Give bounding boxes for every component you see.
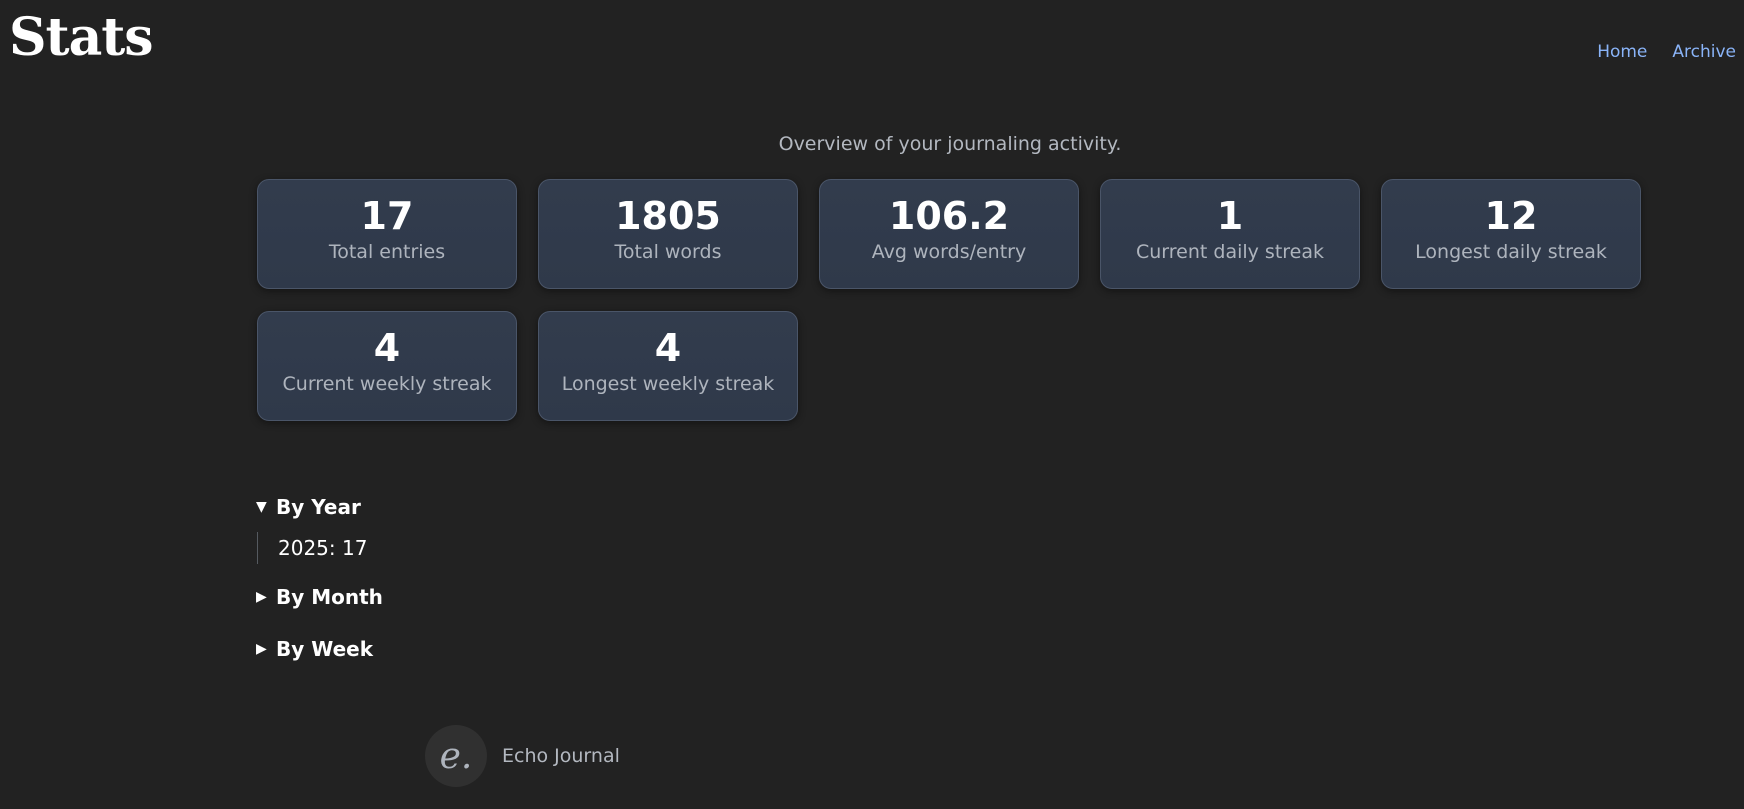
- stat-label: Longest weekly streak: [561, 373, 775, 395]
- stat-card-longest-daily-streak: 12 Longest daily streak: [1381, 179, 1641, 289]
- by-year-toggle[interactable]: ▼ By Year: [256, 492, 383, 522]
- stat-card-current-weekly-streak: 4 Current weekly streak: [257, 311, 517, 421]
- stat-value: 4: [654, 326, 682, 370]
- main-nav: Home Archive: [1597, 42, 1736, 62]
- stat-card-total-words: 1805 Total words: [538, 179, 798, 289]
- stat-label: Longest daily streak: [1415, 241, 1607, 263]
- page-title: Stats: [9, 7, 154, 68]
- by-month-toggle[interactable]: ▶ By Month: [256, 582, 383, 612]
- page-subtitle: Overview of your journaling activity.: [778, 133, 1122, 155]
- stat-value: 1: [1216, 194, 1244, 238]
- stat-value: 106.2: [888, 194, 1010, 238]
- triangle-right-icon: ▶: [256, 589, 267, 605]
- section-label: By Year: [276, 495, 361, 519]
- section-by-month: ▶ By Month: [256, 582, 383, 612]
- stat-label: Avg words/entry: [871, 241, 1027, 263]
- stat-label: Current weekly streak: [282, 373, 492, 395]
- by-year-content: 2025: 17: [257, 532, 383, 564]
- site-header: Stats Home Archive: [0, 0, 1744, 90]
- stat-label: Total words: [614, 241, 722, 263]
- site-footer: e. Echo Journal: [425, 725, 620, 787]
- breakdown-sections: ▼ By Year 2025: 17 ▶ By Month ▶ By Week: [256, 492, 383, 664]
- stats-grid: 17 Total entries 1805 Total words 106.2 …: [257, 179, 1641, 421]
- section-by-year: ▼ By Year 2025: 17: [256, 492, 383, 564]
- stat-card-current-daily-streak: 1 Current daily streak: [1100, 179, 1360, 289]
- stat-value: 4: [373, 326, 401, 370]
- by-week-toggle[interactable]: ▶ By Week: [256, 634, 383, 664]
- year-count-item: 2025: 17: [278, 536, 368, 560]
- footer-brand-name: Echo Journal: [502, 745, 620, 767]
- nav-archive-link[interactable]: Archive: [1672, 42, 1736, 62]
- stat-card-avg-words: 106.2 Avg words/entry: [819, 179, 1079, 289]
- stat-label: Total entries: [328, 241, 446, 263]
- section-by-week: ▶ By Week: [256, 634, 383, 664]
- stat-value: 1805: [615, 194, 721, 238]
- section-label: By Month: [276, 585, 383, 609]
- echo-journal-logo-icon: e.: [425, 725, 487, 787]
- nav-home-link[interactable]: Home: [1597, 42, 1647, 62]
- stat-value: 17: [360, 194, 414, 238]
- stat-card-longest-weekly-streak: 4 Longest weekly streak: [538, 311, 798, 421]
- stat-card-total-entries: 17 Total entries: [257, 179, 517, 289]
- stats-page: Stats Home Archive Overview of your jour…: [0, 0, 1744, 809]
- section-label: By Week: [276, 637, 374, 661]
- triangle-down-icon: ▼: [256, 499, 267, 515]
- stat-label: Current daily streak: [1135, 241, 1325, 263]
- triangle-right-icon: ▶: [256, 641, 267, 657]
- stat-value: 12: [1484, 194, 1538, 238]
